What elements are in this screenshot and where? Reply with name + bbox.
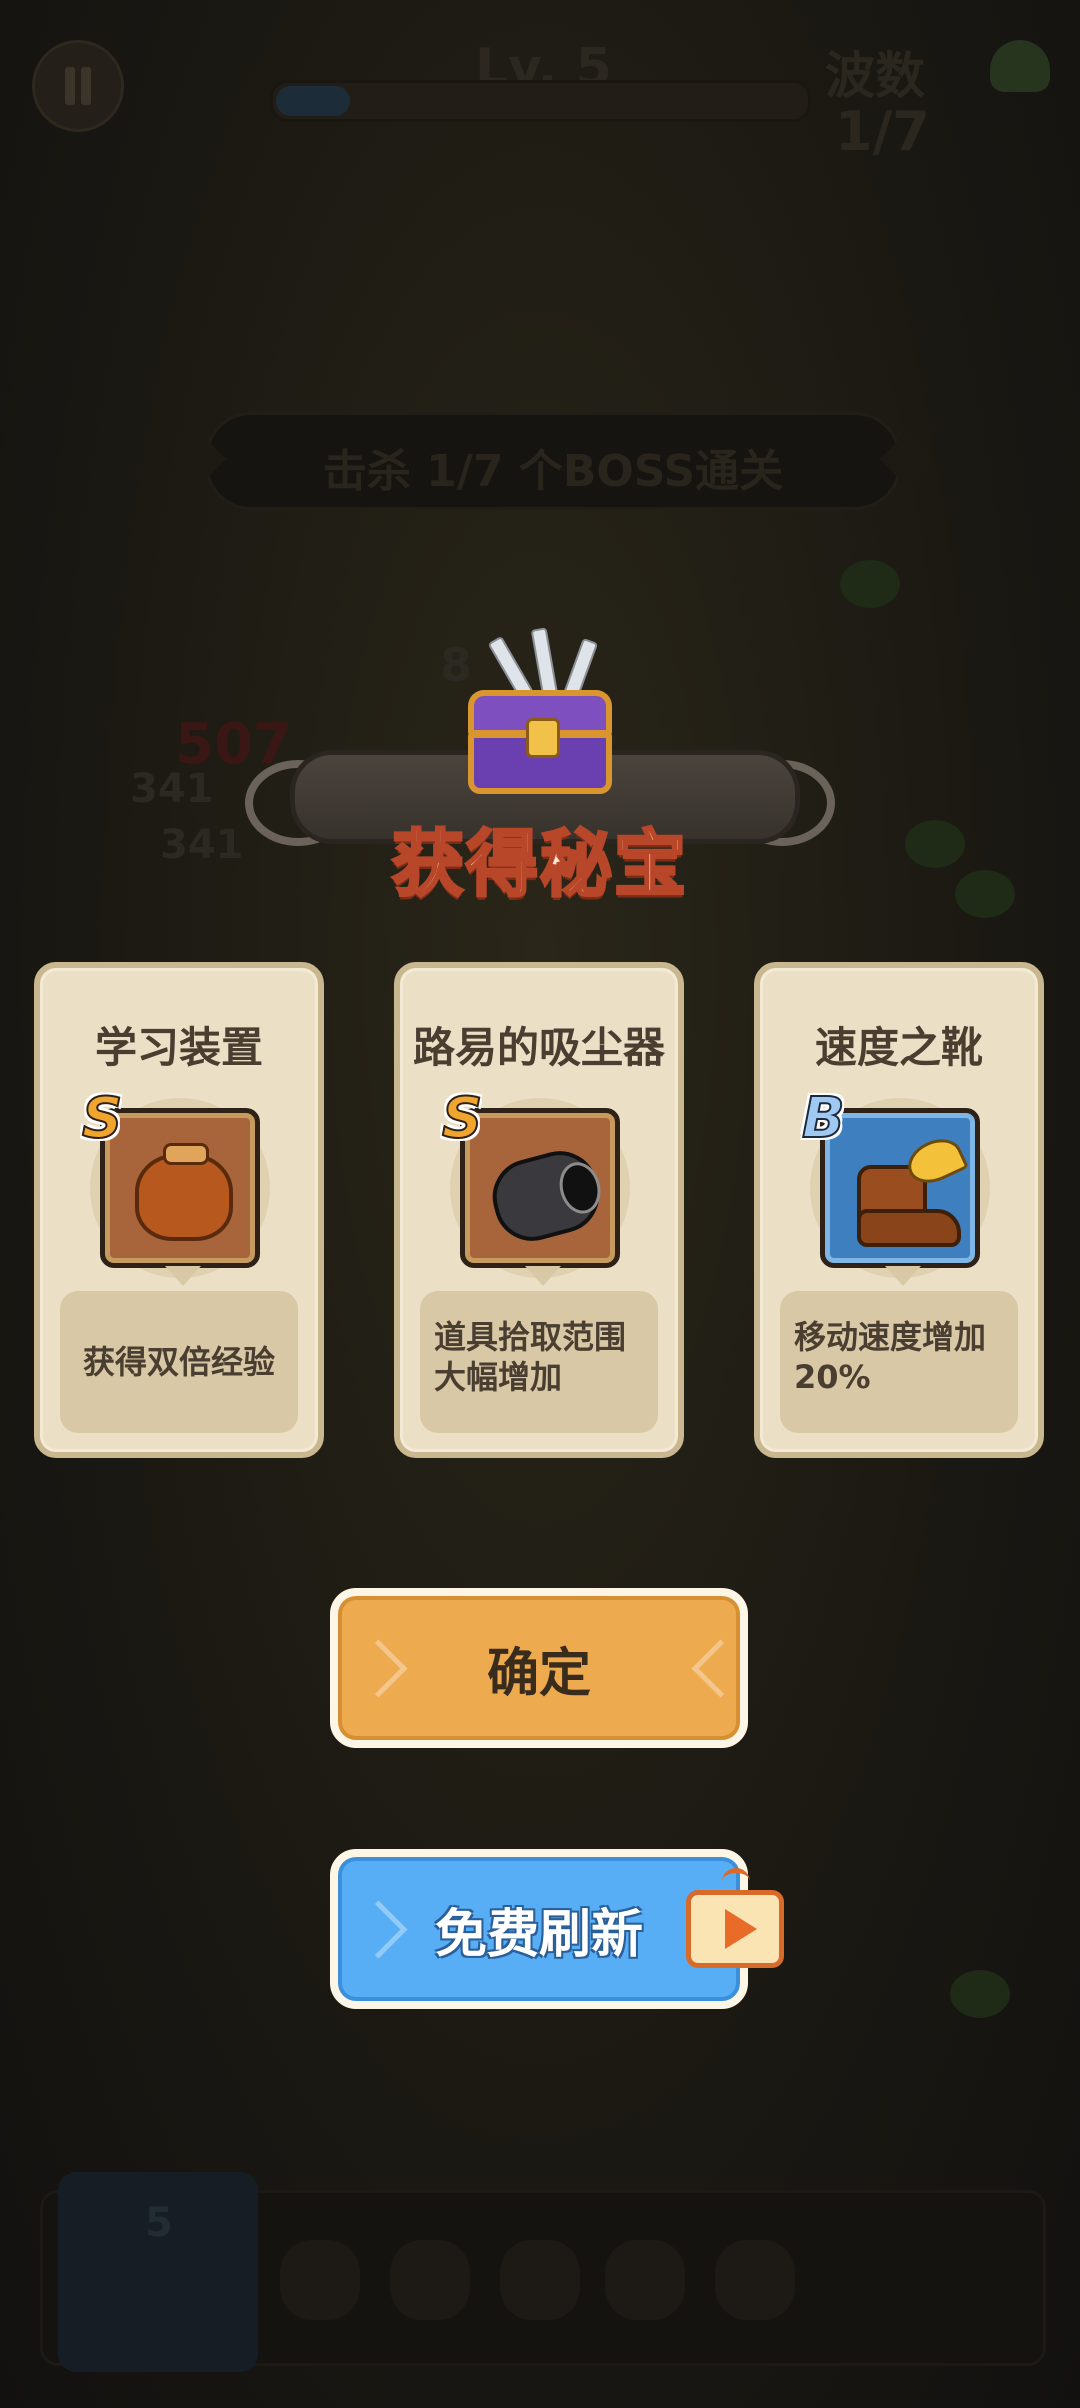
reward-card-speed-boots[interactable]: 速度之靴 B 移动速度增加20% <box>754 962 1044 1458</box>
treasure-chest-icon <box>468 627 612 794</box>
skill-book-count: 5 <box>145 2200 173 2246</box>
book-icon <box>500 2240 580 2320</box>
reward-card-vacuum[interactable]: 路易的吸尘器 S 道具拾取范围大幅增加 <box>394 962 684 1458</box>
card-description: 道具拾取范围大幅增加 <box>420 1291 658 1433</box>
card-title: 路易的吸尘器 <box>412 1023 665 1072</box>
bag-icon <box>135 1153 233 1241</box>
rank-badge: S <box>81 1085 123 1152</box>
pause-button[interactable] <box>32 40 124 132</box>
refresh-button-label: 免费刷新 <box>434 1904 643 1965</box>
xp-bar-fill <box>276 86 351 116</box>
confirm-button-label: 确定 <box>486 1643 591 1704</box>
rank-badge: S <box>441 1085 483 1152</box>
objective-banner: 击杀 1/7 个BOSS通关 <box>205 412 901 510</box>
chevron-right-icon <box>690 1636 726 1706</box>
confirm-button[interactable]: 确定 <box>330 1588 748 1748</box>
vacuum-icon <box>484 1142 608 1250</box>
slime-enemy-icon <box>950 1970 1010 2018</box>
slime-enemy-icon <box>905 820 965 868</box>
piggy-bank-icon <box>715 2240 795 2320</box>
chevron-left-icon <box>352 1897 388 1967</box>
bag-icon <box>280 2240 360 2320</box>
slime-enemy-icon <box>990 40 1050 92</box>
chevron-left-icon <box>352 1636 388 1706</box>
damage-number: 341 <box>130 766 214 812</box>
card-icon-frame <box>460 1108 620 1268</box>
objective-text: 击杀 1/7 个BOSS通关 <box>322 446 784 497</box>
card-description: 获得双倍经验 <box>60 1291 298 1433</box>
damage-number: 341 <box>160 822 244 868</box>
wave-label: 波数 <box>825 47 925 105</box>
skull-icon <box>605 2240 685 2320</box>
reward-card-learning-device[interactable]: 学习装置 S 获得双倍经验 <box>34 962 324 1458</box>
gem-icon <box>390 2240 470 2320</box>
wave-count: 1/7 <box>835 100 930 163</box>
card-icon-frame <box>100 1108 260 1268</box>
slime-enemy-icon <box>840 560 900 608</box>
card-title: 速度之靴 <box>814 1023 983 1072</box>
lock-icon <box>526 718 560 758</box>
card-description: 移动速度增加20% <box>780 1291 1018 1433</box>
play-icon <box>725 1909 757 1949</box>
reward-header: 获得秘宝 <box>245 627 835 910</box>
rank-badge: B <box>801 1085 846 1152</box>
xp-bar <box>270 80 811 122</box>
slime-enemy-icon <box>955 870 1015 918</box>
tv-play-icon[interactable] <box>686 1890 784 1968</box>
reward-title: 获得秘宝 <box>390 821 688 908</box>
card-title: 学习装置 <box>94 1023 263 1072</box>
